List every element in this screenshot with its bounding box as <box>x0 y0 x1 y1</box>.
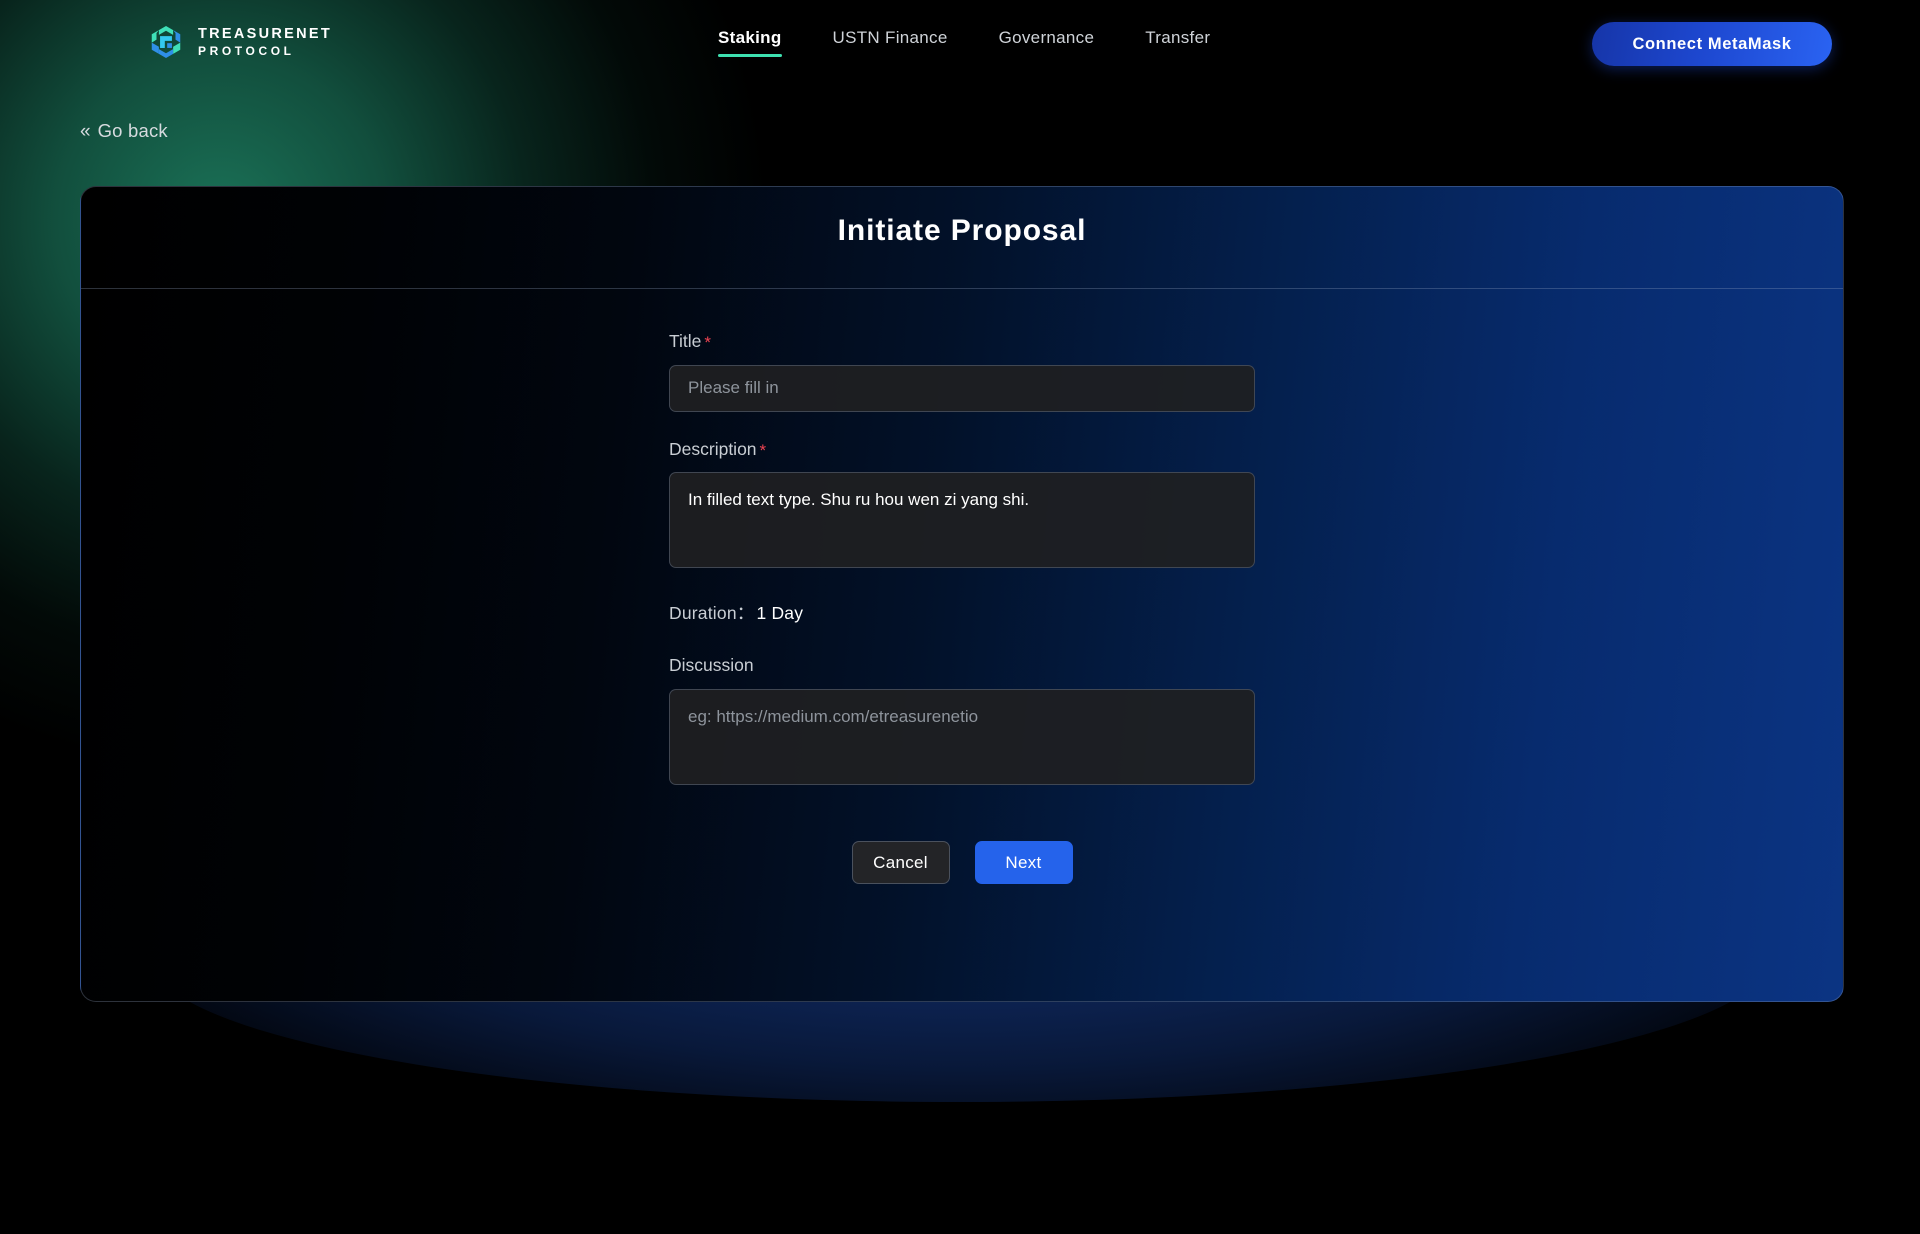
brand-wordmark: TREASURENET PROTOCOL <box>198 27 332 57</box>
duration-value: 1 Day <box>756 603 804 623</box>
description-label: Description * <box>669 438 1255 460</box>
brand-name-line1: TREASURENET <box>198 26 333 43</box>
nav-item-staking[interactable]: Staking <box>718 28 782 57</box>
form-actions: Cancel Next <box>81 841 1843 884</box>
description-label-text: Description <box>669 438 757 459</box>
initiate-proposal-card: Initiate Proposal Title * Description <box>80 186 1844 1002</box>
nav-item-governance[interactable]: Governance <box>999 28 1095 57</box>
proposal-form: Title * Description * D <box>669 331 1255 785</box>
description-textarea[interactable] <box>669 472 1255 568</box>
card-body: Title * Description * D <box>81 289 1843 1001</box>
page-title: Initiate Proposal <box>837 214 1087 247</box>
field-title: Title * <box>669 331 1255 412</box>
card-header: Initiate Proposal <box>81 187 1843 289</box>
field-discussion: Discussion <box>669 655 1255 785</box>
title-input[interactable] <box>669 364 1255 412</box>
discussion-textarea[interactable] <box>669 688 1255 785</box>
discussion-label: Discussion <box>669 655 1255 675</box>
required-asterisk-icon: * <box>704 333 712 352</box>
cancel-button[interactable]: Cancel <box>851 841 950 884</box>
discussion-label-text: Discussion <box>669 655 754 675</box>
title-label-text: Title <box>669 331 702 351</box>
page-root: TREASURENET PROTOCOL Staking USTN Financ… <box>0 0 1920 1234</box>
nav-item-ustn-finance[interactable]: USTN Finance <box>833 28 948 57</box>
required-asterisk-icon: * <box>759 440 767 460</box>
brand-name-line2: PROTOCOL <box>198 43 295 58</box>
double-chevron-left-icon: « <box>80 120 90 142</box>
duration-label: Duration： <box>669 603 755 623</box>
title-label: Title * <box>669 331 1255 352</box>
site-header: TREASURENET PROTOCOL Staking USTN Financ… <box>0 0 1920 90</box>
duration-row: Duration： 1 Day <box>669 600 1255 625</box>
treasurenet-logo-icon <box>151 25 181 59</box>
brand-logo[interactable]: TREASURENET PROTOCOL <box>147 23 332 61</box>
connect-metamask-button[interactable]: Connect MetaMask <box>1592 22 1832 66</box>
next-button[interactable]: Next <box>974 841 1073 884</box>
go-back-label: Go back <box>97 120 168 141</box>
main-navigation: Staking USTN Finance Governance Transfer <box>718 28 1210 57</box>
nav-item-transfer[interactable]: Transfer <box>1145 28 1210 57</box>
go-back-link[interactable]: « Go back <box>80 120 168 142</box>
field-description: Description * <box>669 438 1255 568</box>
